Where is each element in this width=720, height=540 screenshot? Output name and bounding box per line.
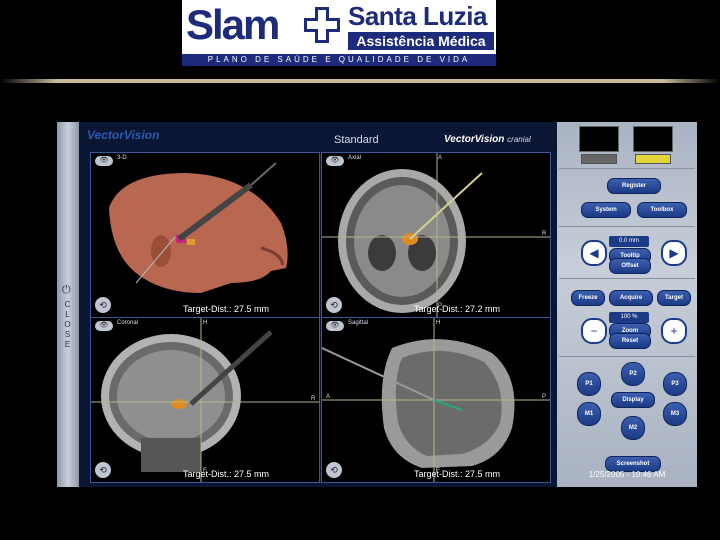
- target-distance: Target-Dist.: 27.5 mm: [413, 469, 501, 479]
- axis-label-anterior: A: [438, 155, 443, 161]
- eye-icon[interactable]: 👁: [326, 156, 344, 166]
- navigation-screenshot: ⏻ CLOSE VectorVision Standard VectorVisi…: [57, 122, 697, 487]
- rotate-icon[interactable]: ⟲: [326, 297, 342, 313]
- zoom-out-icon[interactable]: −: [581, 318, 607, 344]
- view-label: Coronal: [117, 320, 139, 326]
- product-name: VectorVision cranial: [444, 134, 531, 145]
- brand-logo: VectorVision: [87, 128, 160, 142]
- offset-button[interactable]: Offset: [609, 258, 651, 274]
- eye-icon[interactable]: 👁: [95, 321, 113, 331]
- register-button[interactable]: Register: [607, 178, 661, 194]
- left-sidebar: ⏻ CLOSE: [57, 122, 79, 487]
- target-distance: Target-Dist.: 27.5 mm: [182, 469, 270, 479]
- axis-label-anterior: A: [326, 394, 331, 400]
- axis-label-head: H: [436, 320, 441, 326]
- target-distance: Target-Dist.: 27.5 mm: [182, 304, 270, 314]
- axis-label-right: R: [542, 231, 547, 237]
- eye-icon[interactable]: 👁: [95, 156, 113, 166]
- arrow-right-icon[interactable]: ▶: [661, 240, 687, 266]
- eye-icon[interactable]: 👁: [326, 321, 344, 331]
- arrow-left-icon[interactable]: ◀: [581, 240, 607, 266]
- mode-label: Standard: [334, 134, 379, 146]
- display-right: [633, 126, 673, 152]
- axis-label-posterior: P: [542, 394, 547, 400]
- axis-label-head: H: [203, 320, 208, 326]
- view-label: Axial: [348, 155, 362, 161]
- status-indicator-gray: [581, 154, 617, 164]
- m3-button[interactable]: M3: [663, 402, 687, 426]
- view-label: Sagittal: [348, 320, 369, 326]
- coronal-mri-image: [91, 318, 319, 482]
- m2-button[interactable]: M2: [621, 416, 645, 440]
- distance-readout: 0.0 mm: [609, 236, 649, 247]
- freeze-button[interactable]: Freeze: [571, 290, 605, 306]
- display-left: [579, 126, 619, 152]
- rotate-icon[interactable]: ⟲: [95, 462, 111, 478]
- head-3d-render: [109, 162, 288, 293]
- toolbox-button[interactable]: Toolbox: [637, 202, 687, 218]
- rotate-icon[interactable]: ⟲: [95, 297, 111, 313]
- target-button[interactable]: Target: [657, 290, 691, 306]
- control-panel: Register System Toolbox ◀ 0.0 mm Tooltip…: [557, 122, 697, 487]
- m1-button[interactable]: M1: [577, 402, 601, 426]
- p1-button[interactable]: P1: [577, 372, 601, 396]
- logo-tagline: PLANO DE SAÚDE E QUALIDADE DE VIDA: [182, 54, 496, 66]
- view-axial[interactable]: 👁 Axial A R P ⟲ Target-Dist.: 27.2 mm: [321, 152, 551, 318]
- rotate-icon[interactable]: ⟲: [326, 462, 342, 478]
- target-distance: Target-Dist.: 27.2 mm: [413, 304, 501, 314]
- header-divider: [0, 79, 720, 83]
- view-label: 3-D: [117, 155, 127, 161]
- acquire-button[interactable]: Acquire: [609, 290, 653, 306]
- zoom-readout: 100 %: [609, 312, 649, 323]
- reset-button[interactable]: Reset: [609, 333, 651, 349]
- axis-label-right: R: [311, 396, 316, 402]
- p3-button[interactable]: P3: [663, 372, 687, 396]
- title-bar: VectorVision Standard VectorVision crani…: [79, 122, 555, 152]
- display-button[interactable]: Display: [611, 392, 655, 408]
- axial-mri-image: [322, 153, 550, 317]
- datetime-display: 1/25/2005 - 10:46 AM: [588, 470, 666, 479]
- status-indicator-yellow: [635, 154, 671, 164]
- view-sagittal[interactable]: 👁 Sagittal H A P F ⟲ Target-Dist.: 27.5 …: [321, 317, 551, 483]
- logo-brand-top: Santa Luzia: [348, 1, 487, 31]
- power-icon[interactable]: ⏻: [62, 284, 71, 297]
- header-logo: Slam Santa Luzia Assistência Médica PLAN…: [182, 0, 496, 66]
- zoom-in-icon[interactable]: +: [661, 318, 687, 344]
- view-3d[interactable]: 👁 3-D ⟲ Target-Dist.: 27.5 mm: [90, 152, 320, 318]
- logo-slam-text: Slam: [186, 1, 280, 48]
- logo-brand-bottom: Assistência Médica: [348, 32, 494, 50]
- view-coronal[interactable]: 👁 Coronal H R F ⟲ Target-Dist.: 27.5 mm: [90, 317, 320, 483]
- close-button[interactable]: CLOSE: [59, 300, 77, 350]
- p2-button[interactable]: P2: [621, 362, 645, 386]
- system-button[interactable]: System: [581, 202, 631, 218]
- medical-cross-icon: [300, 3, 344, 47]
- sagittal-mri-image: [322, 318, 550, 482]
